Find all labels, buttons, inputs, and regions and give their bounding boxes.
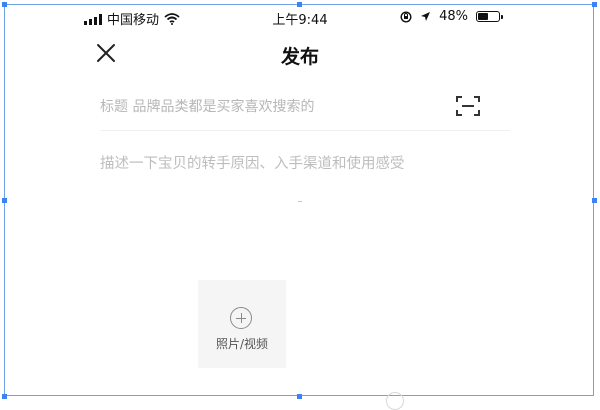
status-time: 上午9:44 (272, 13, 328, 28)
battery-icon (476, 11, 503, 22)
selection-handle-middle-left[interactable] (2, 198, 7, 203)
title-input[interactable]: 标题 品牌品类都是买家喜欢搜索的 (100, 96, 440, 116)
description-input[interactable]: 描述一下宝贝的转手原因、入手渠道和使用感受 (100, 152, 520, 174)
scan-icon[interactable] (456, 95, 480, 117)
status-bar: 中国移动 上午9:44 48% (0, 0, 600, 34)
status-right: 48% (400, 9, 503, 24)
selection-handle-middle-right[interactable] (592, 198, 597, 203)
page-title: 发布 (280, 46, 319, 68)
plus-circle-icon (230, 307, 252, 329)
selection-handle-bottom-left[interactable] (2, 394, 7, 399)
location-arrow-icon (421, 12, 431, 21)
battery-percent: 48% (439, 9, 468, 24)
orientation-lock-icon (400, 10, 412, 23)
add-photo-video-label: 照片/视频 (215, 337, 269, 351)
bottom-circle-icon (386, 392, 404, 410)
field-divider (100, 130, 510, 131)
selection-handle-bottom-center[interactable] (297, 394, 302, 399)
text-cursor-mark (298, 201, 302, 202)
add-photo-video-button[interactable]: 照片/视频 (198, 280, 286, 368)
